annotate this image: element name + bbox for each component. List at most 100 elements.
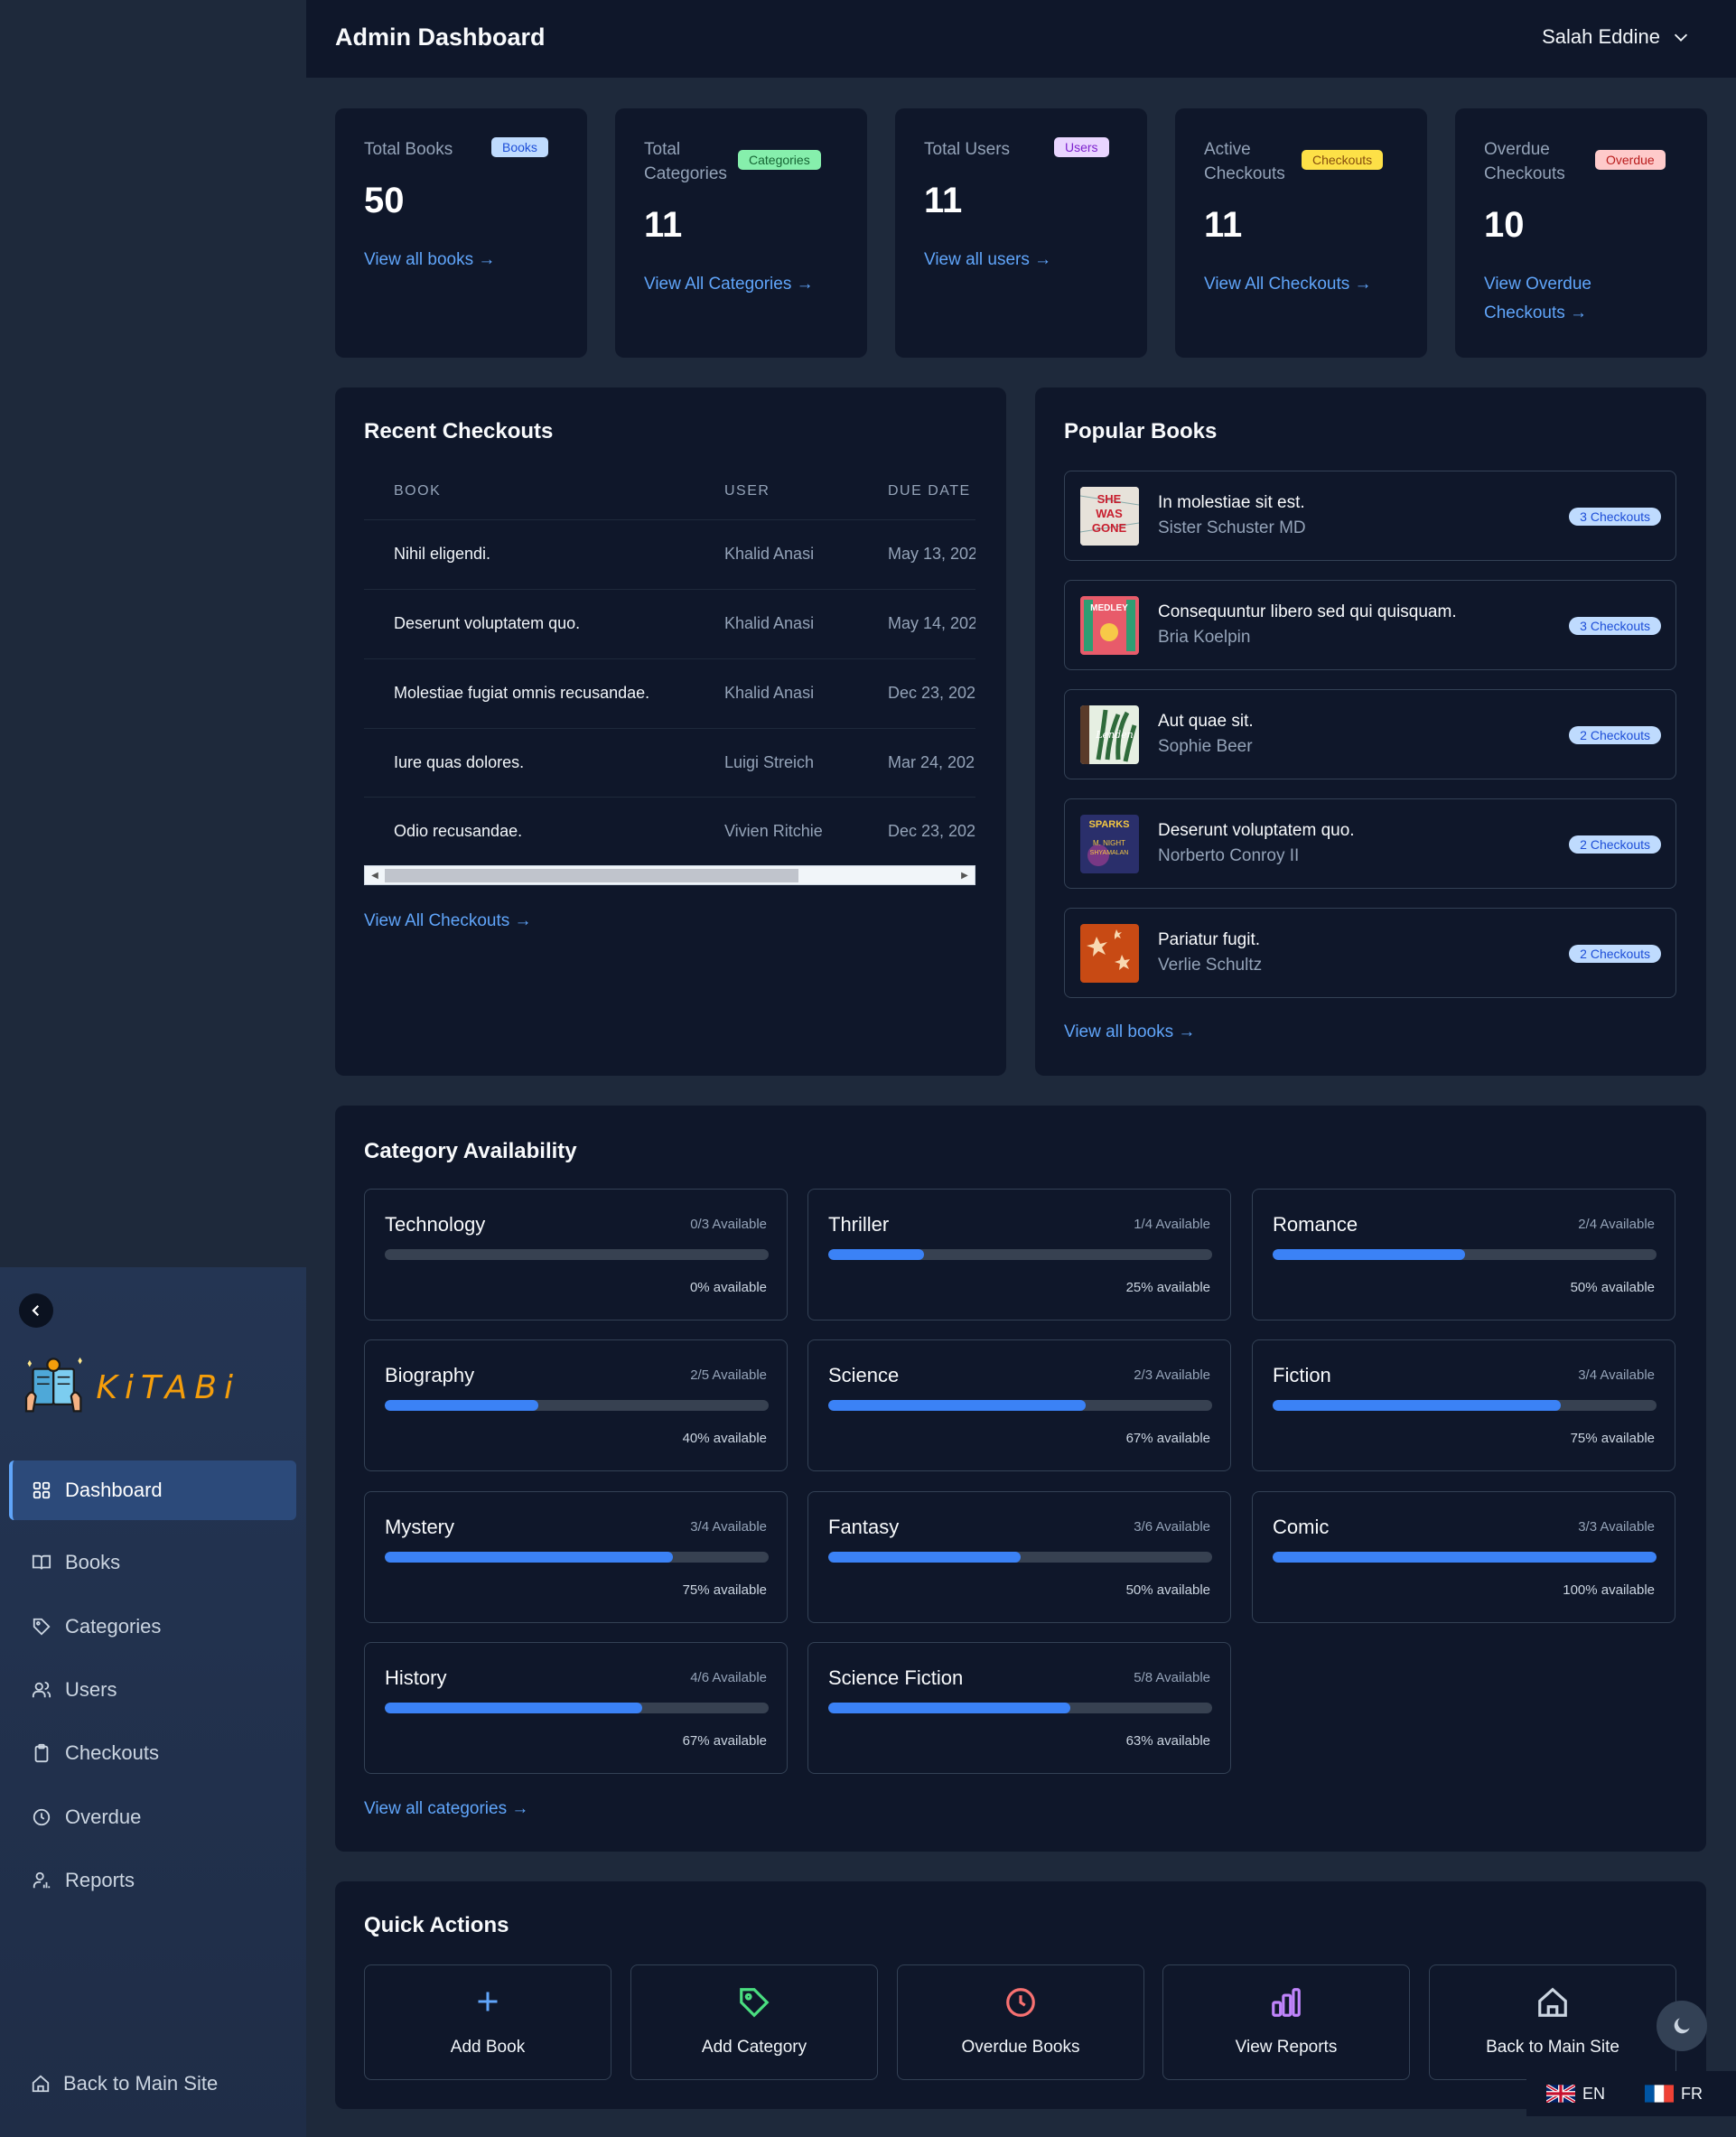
book-author: Sophie Beer (1158, 737, 1253, 756)
sidebar-item-categories[interactable]: Categories (9, 1597, 296, 1656)
table-row: Iure quas dolores. Luigi Streich Mar 24,… (364, 728, 975, 797)
availability-progress-fill (1273, 1400, 1561, 1411)
checkouts-badge: 2 Checkouts (1569, 945, 1661, 963)
sidebar-item-books[interactable]: Books (9, 1533, 296, 1592)
popular-book-item[interactable]: MEDLEY Consequuntur libero sed qui quisq… (1064, 580, 1676, 670)
stat-value: 50 (364, 181, 405, 220)
view-all-checkouts-link[interactable]: View All Checkouts → (1204, 270, 1372, 299)
category-card[interactable]: Comic 3/3 Available 100% available (1252, 1491, 1675, 1623)
sidebar-item-checkouts[interactable]: Checkouts (9, 1723, 296, 1783)
popular-book-item[interactable]: SHE WAS GONE In molestiae sit est. Sister … (1064, 471, 1676, 561)
stat-card-categories: Total Categories Categories 11 View All … (615, 108, 867, 358)
checkouts-badge: 2 Checkouts (1569, 835, 1661, 854)
popular-book-item[interactable]: Pariatur fugit. Verlie Schultz 2 Checkou… (1064, 908, 1676, 998)
category-card[interactable]: Romance 2/4 Available 50% available (1252, 1189, 1675, 1320)
svg-text:M. NIGHT: M. NIGHT (1093, 839, 1125, 847)
view-overdue-checkouts-link[interactable]: View Overdue Checkouts → (1484, 270, 1629, 328)
sidebar-item-overdue[interactable]: Overdue (9, 1787, 296, 1847)
clock-icon (898, 1985, 1143, 2021)
stat-label: Total Users (924, 140, 1011, 159)
view-all-books-link[interactable]: View all books → (364, 246, 495, 275)
svg-text:SHE: SHE (1097, 492, 1122, 506)
scroll-right-arrow-icon[interactable]: ▶ (957, 869, 973, 882)
category-name: Mystery (385, 1516, 454, 1538)
category-card[interactable]: History 4/6 Available 67% available (364, 1642, 788, 1774)
sidebar-item-label: Books (65, 1551, 121, 1573)
sidebar-collapse-button[interactable] (19, 1293, 53, 1328)
category-card[interactable]: Thriller 1/4 Available 25% available (807, 1189, 1231, 1320)
view-all-books-link[interactable]: View all books → (1064, 1022, 1195, 1042)
checkouts-badge: 3 Checkouts (1569, 508, 1661, 526)
scroll-left-arrow-icon[interactable]: ◀ (367, 869, 383, 882)
category-percent-available: 40% available (682, 1431, 767, 1446)
category-card[interactable]: Fantasy 3/6 Available 50% available (807, 1491, 1231, 1623)
stat-card-users: Total Users Users 11 View all users → (895, 108, 1147, 358)
sidebar-item-label: Overdue (65, 1806, 142, 1828)
availability-progress-bar (828, 1249, 1212, 1260)
category-card[interactable]: Science Fiction 5/8 Available 63% availabl… (807, 1642, 1231, 1774)
cell-due-date: Mar 24, 202 (888, 753, 975, 771)
category-name: Science Fiction (828, 1666, 964, 1689)
language-option-fr[interactable]: FR (1645, 2085, 1703, 2104)
section-title: Recent Checkouts (364, 419, 554, 443)
category-card[interactable]: Mystery 3/4 Available 75% available (364, 1491, 788, 1623)
svg-text:MEDLEY: MEDLEY (1090, 603, 1128, 613)
sidebar-item-label: Reports (65, 1869, 135, 1891)
checkouts-badge: 2 Checkouts (1569, 726, 1661, 744)
book-cover: SPARKS M. NIGHT SHYAMALAN (1080, 815, 1139, 873)
category-card[interactable]: Fiction 3/4 Available 75% available (1252, 1339, 1675, 1471)
theme-toggle-button[interactable] (1657, 2001, 1707, 2051)
svg-text:SHYAMALAN: SHYAMALAN (1090, 850, 1129, 856)
add-category-button[interactable]: Add Category (630, 1964, 878, 2080)
column-header-book: BOOK (394, 483, 442, 499)
view-reports-button[interactable]: View Reports (1162, 1964, 1410, 2080)
user-name: Salah Eddine (1542, 25, 1660, 48)
table-horizontal-scrollbar[interactable]: ◀ ▶ (364, 865, 975, 885)
category-name: Thriller (828, 1213, 890, 1236)
cell-book: Nihil eligendi. (394, 545, 491, 563)
category-percent-available: 63% available (1125, 1733, 1210, 1749)
book-cover: SHE WAS GONE (1080, 487, 1139, 546)
popular-book-item[interactable]: SPARKS M. NIGHT SHYAMALAN Deserunt volupta… (1064, 798, 1676, 889)
category-name: Comic (1273, 1516, 1330, 1538)
bar-chart-icon (1163, 1985, 1409, 2021)
category-percent-available: 75% available (682, 1582, 767, 1598)
category-name: History (385, 1666, 447, 1689)
book-cover: MEDLEY (1080, 596, 1139, 655)
sidebar-item-users[interactable]: Users (9, 1660, 296, 1720)
logo[interactable]: KiTABi (23, 1344, 240, 1431)
clipboard-icon (31, 1742, 52, 1764)
quick-action-label: Overdue Books (961, 2038, 1080, 2057)
view-all-checkouts-link[interactable]: View All Checkouts → (364, 911, 532, 931)
sidebar-item-dashboard[interactable]: Dashboard (9, 1460, 296, 1520)
scrollbar-thumb[interactable] (385, 869, 798, 882)
category-percent-available: 0% available (689, 1280, 767, 1295)
category-card[interactable]: Science 2/3 Available 67% available (807, 1339, 1231, 1471)
user-menu[interactable]: Salah Eddine (1542, 25, 1691, 49)
category-name: Science (828, 1364, 900, 1386)
top-header: Admin Dashboard Salah Eddine (306, 0, 1736, 79)
category-available-count: 2/3 Available (1134, 1367, 1210, 1383)
column-header-due-date: DUE DATE (888, 483, 971, 499)
back-to-main-site-link[interactable]: Back to Main Site (31, 2072, 218, 2095)
category-name: Biography (385, 1364, 475, 1386)
book-title: Pariatur fugit. (1158, 930, 1260, 949)
book-title: Aut quae sit. (1158, 712, 1254, 731)
overdue-books-button[interactable]: Overdue Books (897, 1964, 1144, 2080)
view-all-categories-link[interactable]: View All Categories → (644, 270, 814, 299)
language-switcher: EN FR (1526, 2071, 1736, 2116)
view-all-users-link[interactable]: View all users → (924, 246, 1051, 275)
popular-book-item[interactable]: Lenden Aut quae sit. Sophie Beer 2 Check… (1064, 689, 1676, 779)
availability-progress-fill (828, 1249, 925, 1260)
cell-user: Khalid Anasi (724, 545, 815, 563)
stat-badge: Overdue (1595, 150, 1666, 170)
category-card[interactable]: Biography 2/5 Available 40% available (364, 1339, 788, 1471)
sidebar-item-reports[interactable]: Reports (9, 1851, 296, 1910)
quick-action-label: Back to Main Site (1486, 2038, 1619, 2057)
availability-progress-fill (1273, 1552, 1657, 1563)
view-all-categories-link[interactable]: View all categories → (364, 1799, 528, 1819)
category-card[interactable]: Technology 0/3 Available 0% available (364, 1189, 788, 1320)
back-to-main-site-button[interactable]: Back to Main Site (1429, 1964, 1676, 2080)
language-option-en[interactable]: EN (1546, 2085, 1605, 2104)
add-book-button[interactable]: Add Book (364, 1964, 611, 2080)
